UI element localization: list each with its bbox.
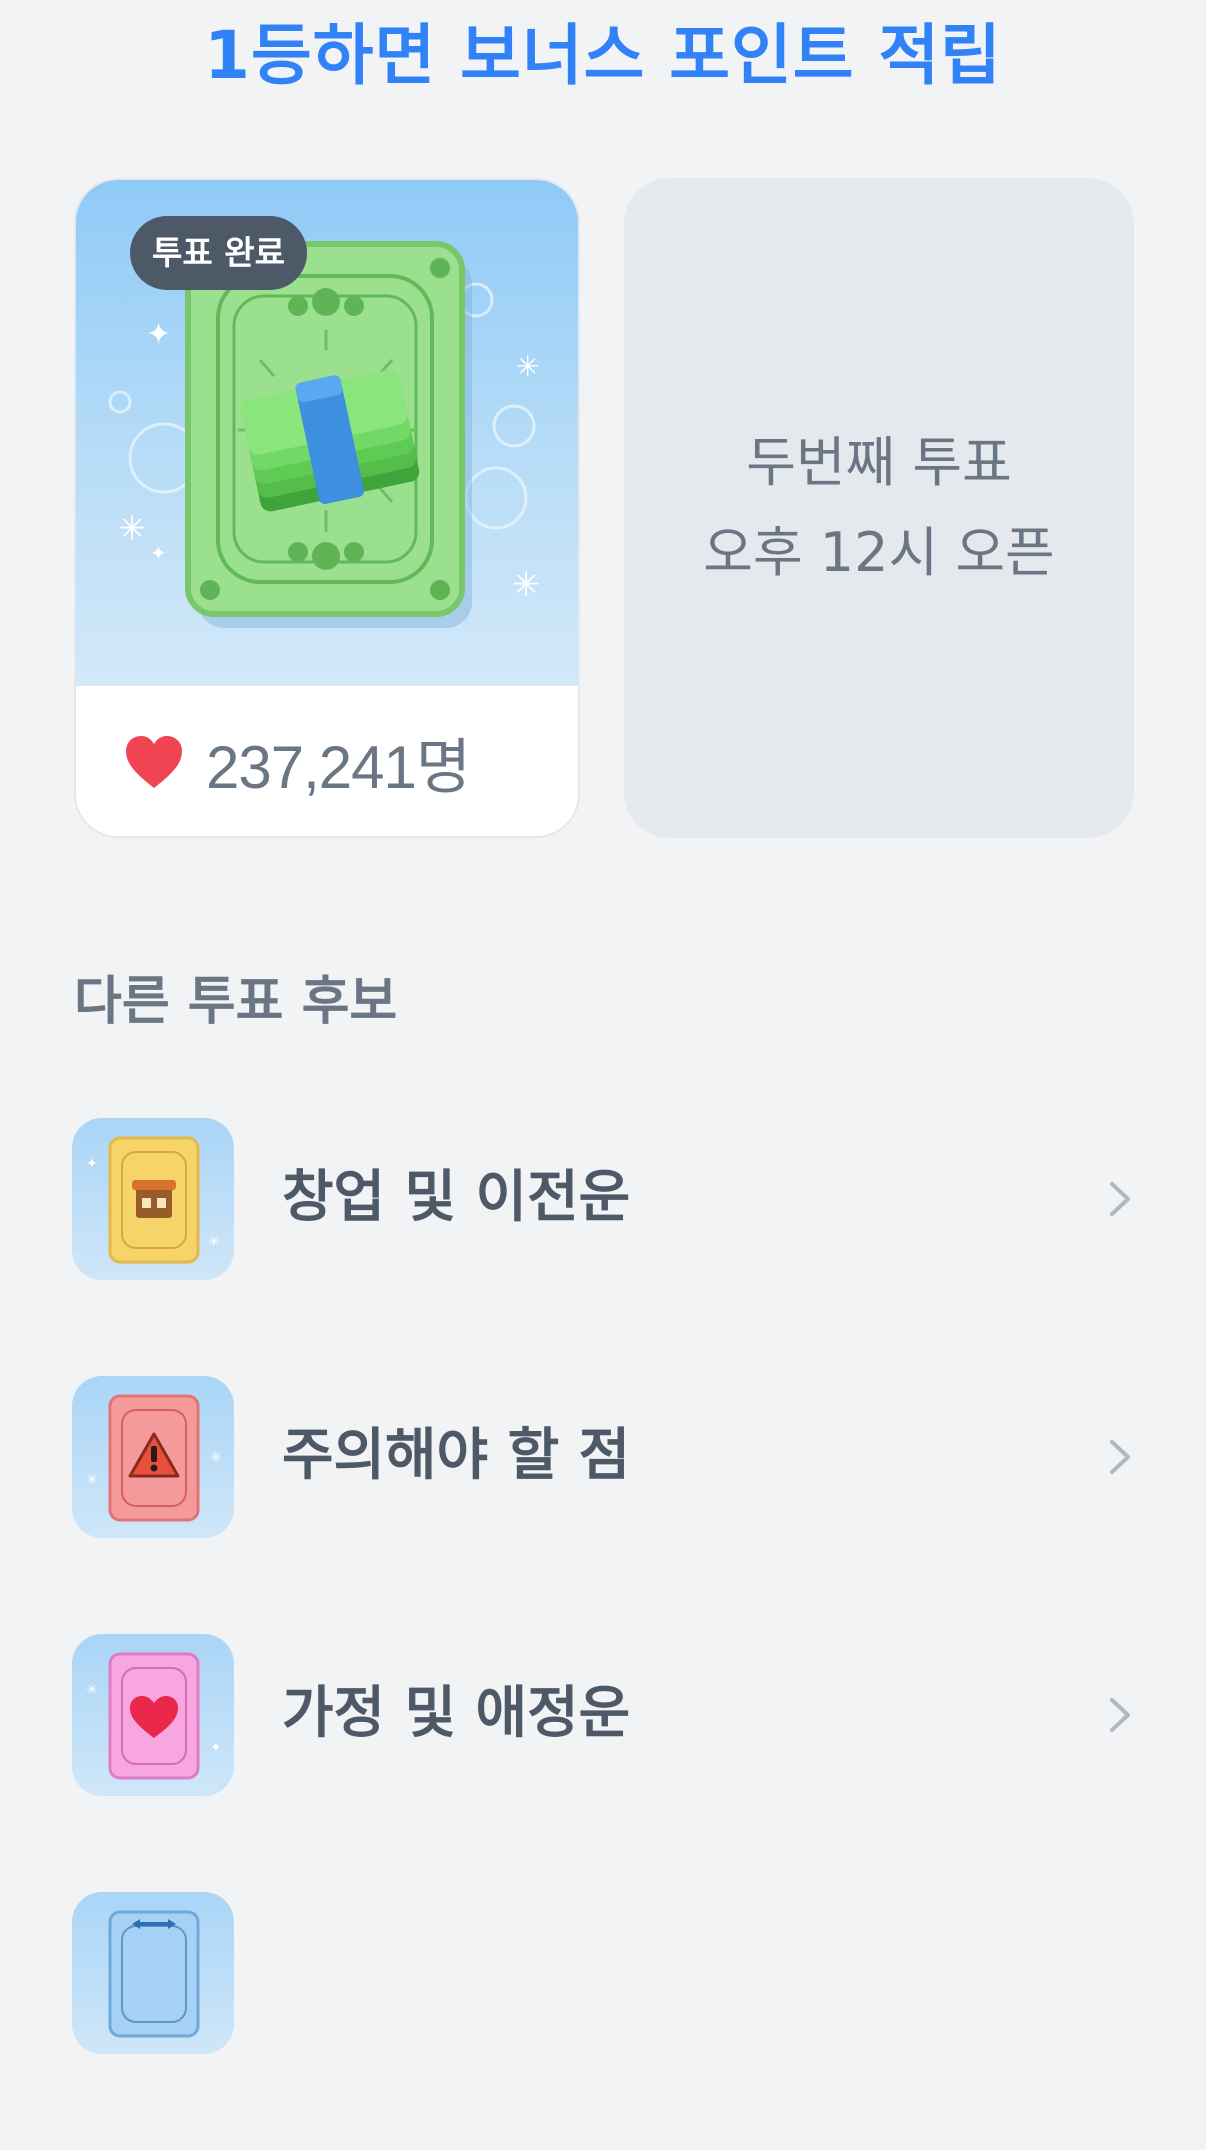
vote-card-next: 두번째 투표 오후 12시 오픈	[624, 178, 1134, 838]
chevron-right-icon	[1110, 1440, 1130, 1474]
candidate-list: ✦ ✳ 창업 및 이전운 ✳ ✳ 주의해야 할 점 ✳ ✦ 가정 및 애정운	[0, 1118, 1206, 2150]
money-bundle-card-icon: ✦ ✳ ✳ ✳ ✦ 투표 완료	[76, 180, 578, 686]
svg-text:✳: ✳	[516, 350, 539, 383]
svg-text:✳: ✳	[512, 565, 541, 605]
svg-text:✳: ✳	[208, 1234, 220, 1250]
heart-card-icon: ✳ ✦	[72, 1634, 234, 1796]
list-item-label: 주의해야 할 점	[282, 1423, 631, 1488]
svg-text:✳: ✳	[86, 1682, 98, 1698]
chevron-right-icon	[1110, 1698, 1130, 1732]
list-item[interactable]: ✦ ✳ 창업 및 이전운	[0, 1118, 1206, 1280]
shop-card-icon: ✦ ✳	[72, 1118, 234, 1280]
svg-text:✳: ✳	[118, 509, 147, 549]
list-item[interactable]: ✳ ✦ 가정 및 애정운	[0, 1634, 1206, 1796]
svg-text:✦: ✦	[146, 317, 171, 352]
section-title: 다른 투표 후보	[74, 972, 398, 1032]
next-vote-title: 두번째 투표	[746, 431, 1012, 494]
svg-text:✳: ✳	[210, 1450, 222, 1466]
svg-text:✦: ✦	[150, 541, 167, 565]
vote-count-row: 237,241명	[76, 686, 578, 836]
vote-card-completed[interactable]: ✦ ✳ ✳ ✳ ✦ 투표 완료 237,241명	[74, 178, 580, 838]
vote-count: 237,241명	[206, 733, 471, 801]
heart-icon	[126, 736, 182, 788]
warning-card-icon: ✳ ✳	[72, 1376, 234, 1538]
list-item-label: 가정 및 애정운	[282, 1681, 631, 1746]
list-item[interactable]	[0, 1892, 1206, 2054]
svg-text:✳: ✳	[86, 1472, 98, 1488]
next-vote-open-time: 오후 12시 오픈	[703, 521, 1055, 584]
svg-text:✦: ✦	[210, 1740, 222, 1756]
list-item-label: 창업 및 이전운	[282, 1165, 631, 1230]
arrows-card-icon	[72, 1892, 234, 2054]
chevron-right-icon	[1110, 1182, 1130, 1216]
list-item[interactable]: ✳ ✳ 주의해야 할 점	[0, 1376, 1206, 1538]
svg-text:✦: ✦	[86, 1156, 98, 1172]
page-title: 1등하면 보너스 포인트 적립	[204, 17, 1002, 94]
vote-complete-badge: 투표 완료	[130, 216, 307, 290]
